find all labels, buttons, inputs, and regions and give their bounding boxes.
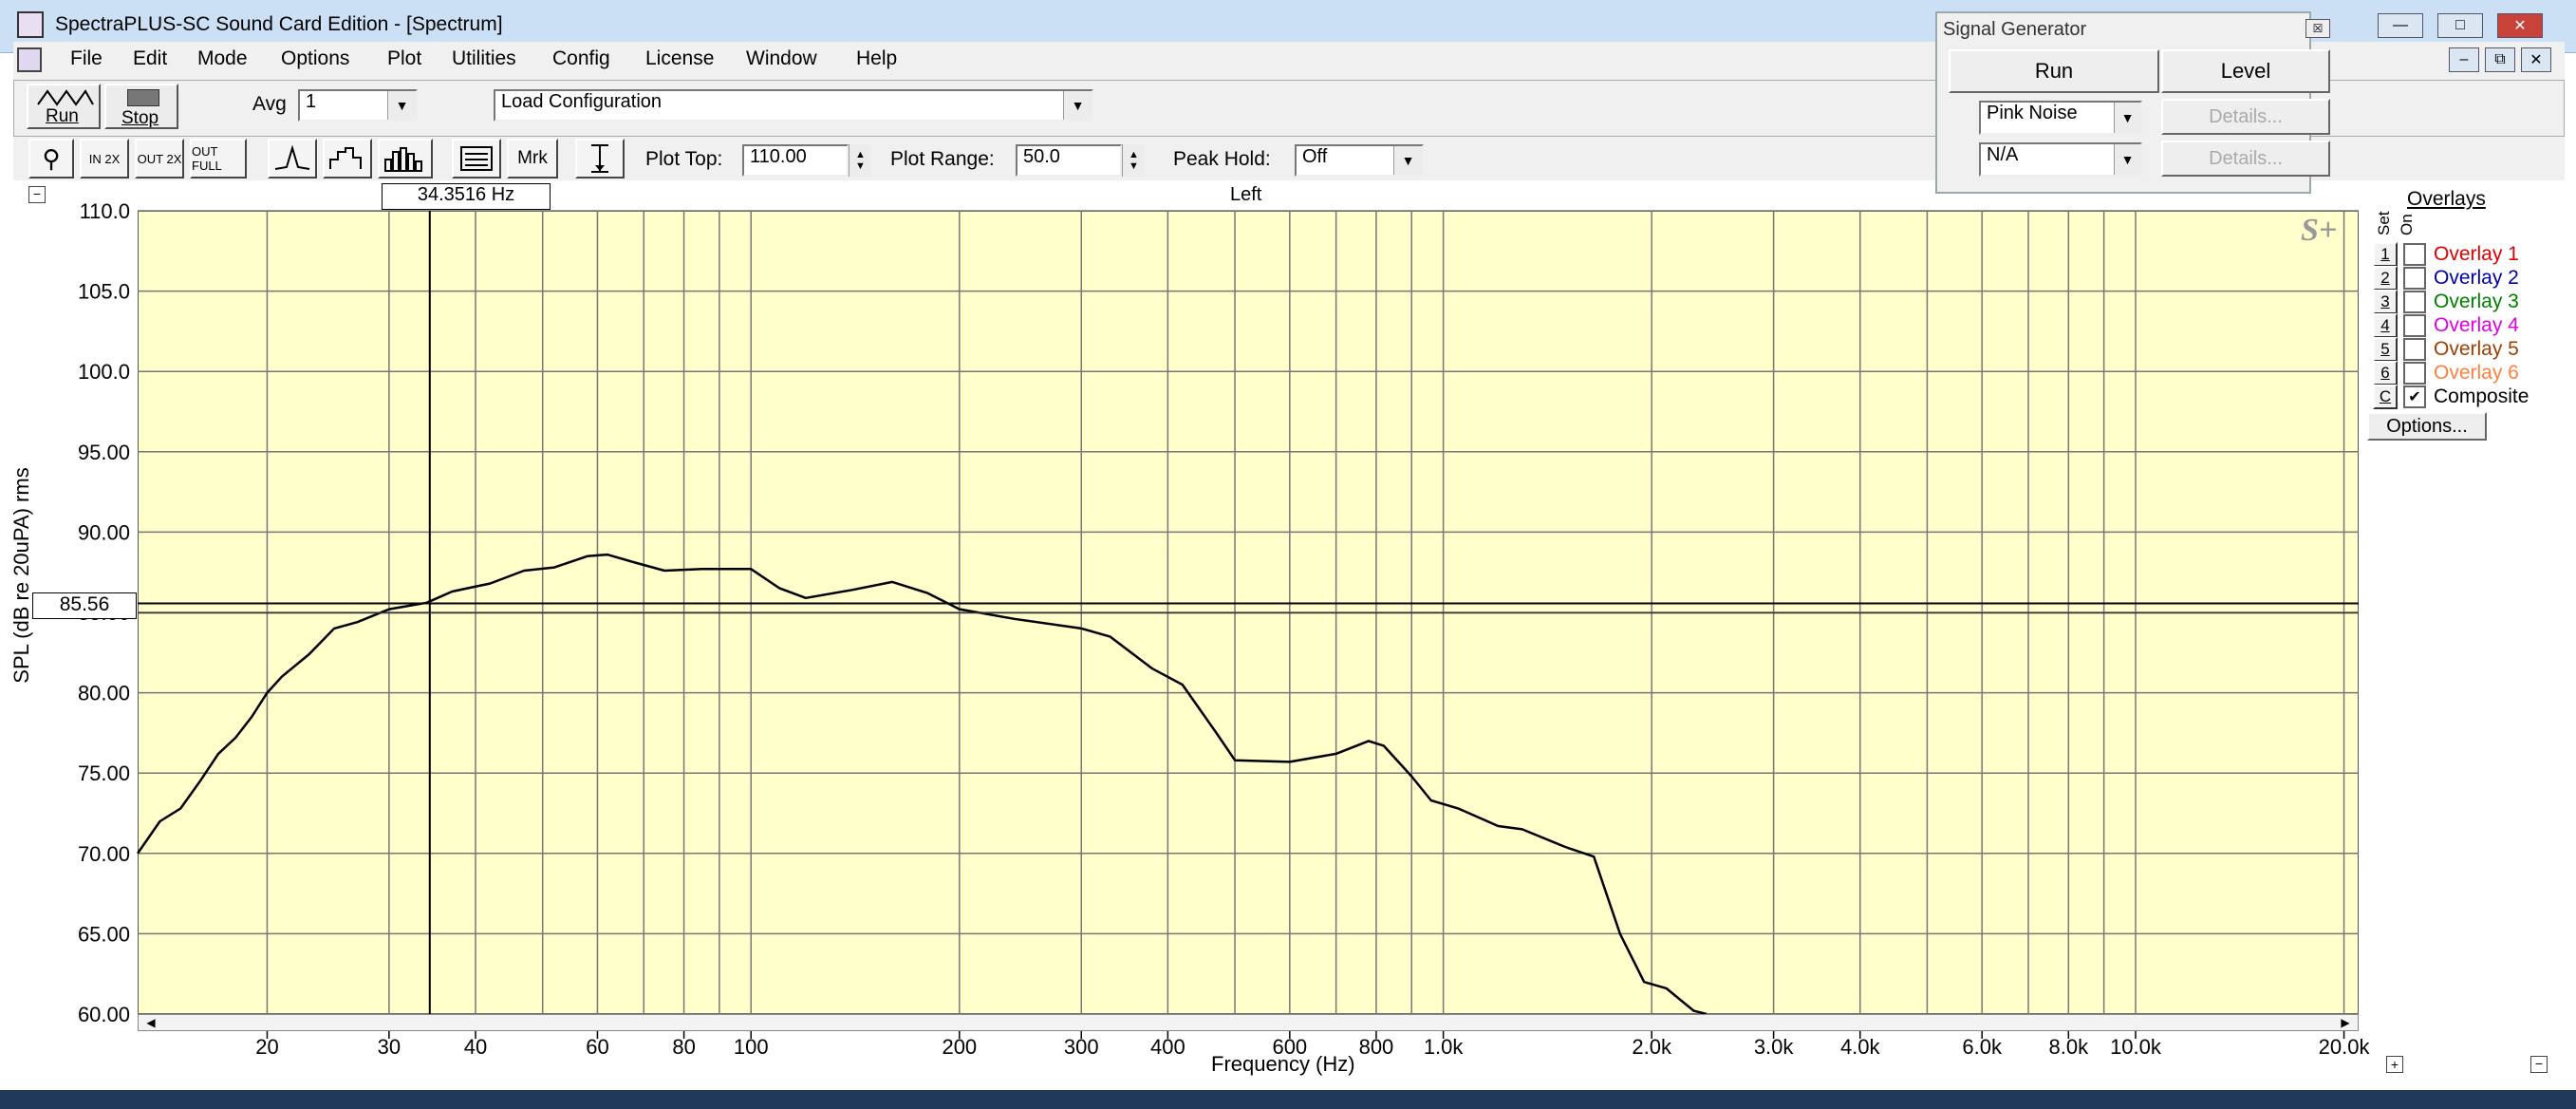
set-header: Set — [2375, 211, 2393, 235]
overlay-label: Overlay 6 — [2434, 362, 2519, 384]
scroll-left-icon[interactable]: ◀ — [139, 1015, 163, 1030]
y-tick-label: 70.00 — [78, 842, 130, 866]
y-axis-label: SPL (dB re 20uPA) rms — [9, 467, 33, 684]
scroll-right-icon[interactable]: ▶ — [2333, 1015, 2358, 1030]
overlay-checkbox[interactable] — [2403, 314, 2426, 337]
y-tick-label: 100.0 — [78, 360, 130, 384]
overlay-set-button[interactable]: 2 — [2373, 266, 2398, 291]
overlay-checkbox[interactable] — [2403, 243, 2426, 266]
overlay-row: 4 Overlay 4 — [2373, 313, 2519, 338]
spectrum-chart: 110.0105.0100.095.0090.0085.0080.0075.00… — [78, 199, 2371, 1059]
overlay-options-label: Options... — [2386, 415, 2468, 437]
overlay-checkbox[interactable]: ✔ — [2403, 385, 2426, 408]
overlay-label: Overlay 2 — [2434, 267, 2519, 289]
overlay-set-button[interactable]: 5 — [2373, 337, 2398, 362]
overlay-checkbox[interactable] — [2403, 267, 2426, 290]
y-tick-label: 60.00 — [78, 1003, 130, 1026]
overlay-set-button[interactable]: 3 — [2373, 290, 2398, 314]
taskbar — [0, 1090, 2576, 1109]
overlay-set-button[interactable]: 4 — [2373, 313, 2398, 338]
overlay-label: Overlay 5 — [2434, 338, 2519, 360]
expand-icon[interactable]: + — [2386, 1056, 2403, 1073]
overlay-row: 6 Overlay 6 — [2373, 361, 2519, 385]
y-tick-label: 65.00 — [78, 922, 130, 946]
overlay-label: Overlay 3 — [2434, 291, 2519, 312]
y-tick-label: 95.00 — [78, 441, 130, 464]
overlay-checkbox[interactable] — [2403, 338, 2426, 361]
overlay-label: Overlay 4 — [2434, 314, 2519, 336]
y-tick-label: 110.0 — [80, 199, 130, 223]
overlay-label: Overlay 1 — [2434, 243, 2519, 265]
overlay-row: 3 Overlay 3 — [2373, 290, 2519, 314]
overlay-set-button[interactable]: 6 — [2373, 361, 2398, 385]
y-tick-label: 105.0 — [78, 280, 130, 304]
x-axis-label: Frequency (Hz) — [1211, 1052, 1355, 1076]
overlay-checkbox[interactable] — [2403, 362, 2426, 385]
y-tick-label: 90.00 — [78, 520, 130, 544]
on-header: On — [2398, 214, 2416, 235]
overlay-label: Composite — [2434, 385, 2529, 407]
overlay-options-button[interactable]: Options... — [2367, 412, 2487, 441]
overlay-set-button[interactable]: 1 — [2373, 242, 2398, 267]
collapse-right-icon[interactable]: − — [2530, 1056, 2548, 1073]
y-tick-label: 75.00 — [78, 761, 130, 785]
watermark: S+ — [2301, 213, 2338, 248]
overlay-row: C ✔ Composite — [2373, 385, 2529, 409]
overlays-title: Overlays — [2407, 188, 2486, 210]
y-tick-label: 80.00 — [78, 682, 130, 705]
horizontal-scrollbar[interactable]: ◀ ▶ — [138, 1014, 2359, 1031]
cursor-level-readout: 85.56 — [32, 592, 137, 619]
spectrum-line — [136, 553, 1708, 1016]
overlay-set-button[interactable]: C — [2373, 385, 2398, 409]
overlay-row: 5 Overlay 5 — [2373, 337, 2519, 362]
overlay-row: 1 Overlay 1 — [2373, 242, 2519, 267]
overlay-row: 2 Overlay 2 — [2373, 266, 2519, 291]
overlay-checkbox[interactable] — [2403, 291, 2426, 313]
